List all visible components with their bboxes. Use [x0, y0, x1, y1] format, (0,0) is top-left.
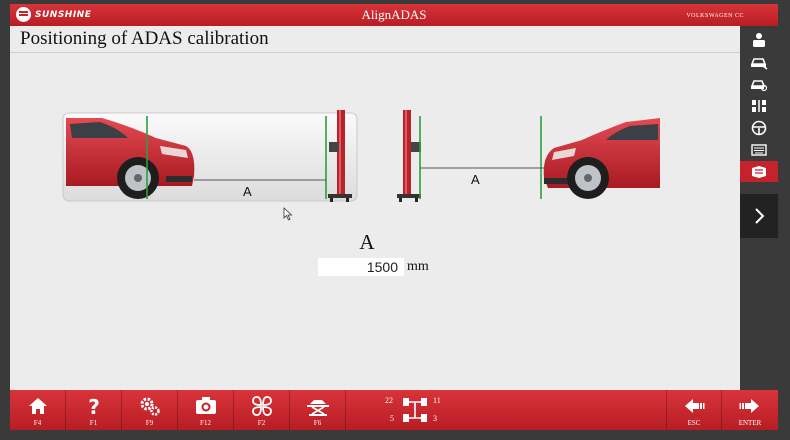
distance-label-right: A [471, 172, 480, 187]
car-search-icon [750, 79, 768, 91]
help-icon: ? [88, 395, 100, 418]
vehicle-name: VOLKSWAGEN CC [686, 13, 744, 19]
svg-text:?: ? [88, 395, 100, 418]
axle-diagram-icon [403, 398, 427, 422]
sidebar-next-button[interactable] [740, 194, 778, 238]
calibration-diagram: A A [62, 110, 660, 202]
esc-key: ESC [687, 419, 701, 427]
axle-adjust-icon [752, 99, 766, 112]
esc-button[interactable]: ESC [666, 390, 722, 430]
calibration-stand-right [397, 110, 421, 202]
lift-button[interactable]: F6 [290, 390, 346, 430]
arrow-left-icon [685, 399, 705, 413]
home-key: F4 [33, 419, 42, 427]
keyboard-icon [751, 143, 767, 156]
car-wrench-icon [750, 57, 768, 70]
menu-button[interactable]: F2 [234, 390, 290, 430]
settings-button[interactable]: F9 [122, 390, 178, 430]
axle-value-tl: 22 [385, 396, 393, 405]
distance-input[interactable] [318, 258, 404, 276]
sidebar-axle-adjust-button[interactable] [740, 95, 778, 116]
axle-selector[interactable]: 22 11 5 3 [385, 392, 460, 428]
left-setup-view: A [62, 110, 358, 202]
axle-value-br: 3 [433, 414, 437, 423]
camera-key: F12 [200, 419, 211, 427]
home-button[interactable]: F4 [10, 390, 66, 430]
car-front-right [543, 118, 660, 199]
sidebar-steering-button[interactable] [740, 117, 778, 138]
main-panel: Positioning of ADAS calibration A A A 15… [10, 26, 740, 390]
home-icon [28, 398, 47, 414]
help-key: F1 [89, 419, 98, 427]
axle-value-bl: 5 [390, 414, 394, 423]
help-button[interactable]: ? F1 [66, 390, 122, 430]
gear-icon [140, 397, 160, 416]
enter-key: ENTER [738, 419, 762, 427]
sidebar-keyboard-button[interactable] [740, 139, 778, 160]
sidebar-adas-button[interactable] [740, 161, 778, 182]
bottom-toolbar: F4 ? F1 F9 F12 F2 F6 22 11 5 3 ESC ENTER [10, 390, 778, 430]
arrow-right-icon [739, 399, 759, 413]
distance-unit: mm [407, 259, 429, 274]
menu-key: F2 [257, 419, 266, 427]
right-sidebar [740, 26, 778, 390]
lift-key: F6 [313, 419, 322, 427]
distance-label-left: A [243, 184, 252, 199]
mouse-cursor-icon [283, 207, 293, 221]
app-title: AlignADAS [361, 7, 427, 22]
camera-icon [195, 397, 216, 414]
axle-value-tr: 11 [433, 396, 441, 405]
settings-key: F9 [145, 419, 154, 427]
steering-wheel-icon [751, 120, 767, 135]
enter-button[interactable]: ENTER [722, 390, 778, 430]
right-setup-view: A [397, 110, 660, 202]
camera-button[interactable]: F12 [178, 390, 234, 430]
technician-icon [753, 32, 765, 47]
four-leaf-menu-icon [251, 396, 272, 416]
sidebar-car-search-button[interactable] [740, 73, 778, 94]
adas-calibration-icon [752, 165, 766, 178]
sidebar-technician-button[interactable] [740, 29, 778, 50]
chevron-right-icon [755, 208, 765, 224]
distance-label: A [359, 230, 375, 254]
car-lift-icon [306, 400, 329, 416]
sidebar-car-service-button[interactable] [740, 51, 778, 72]
title-bar: SUNSHINE AlignADAS VOLKSWAGEN CC [10, 4, 778, 26]
